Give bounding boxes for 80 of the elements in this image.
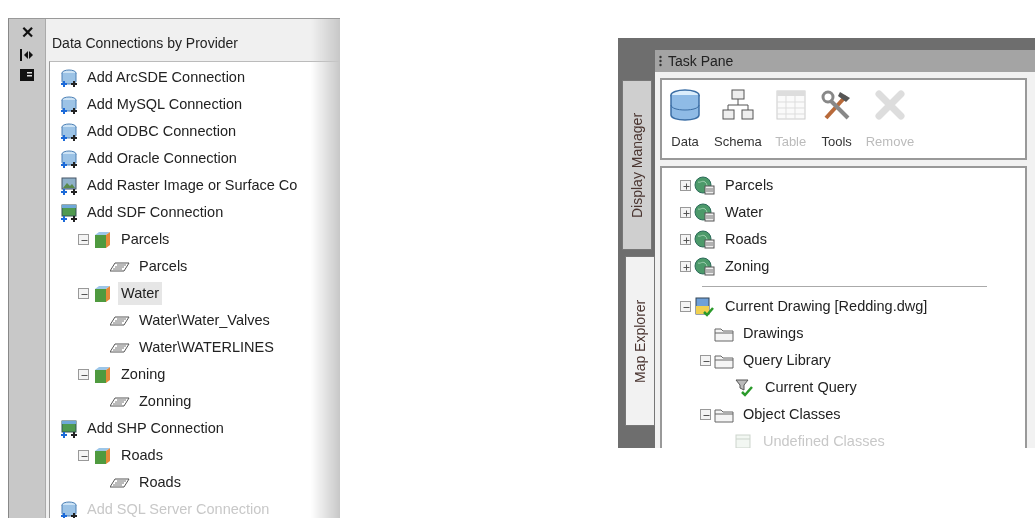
tree-item[interactable]: Object Classes xyxy=(740,402,844,427)
feature-class-icon xyxy=(110,476,130,489)
feature-class-icon xyxy=(110,260,130,273)
tree-item[interactable]: Zoning xyxy=(722,254,773,279)
globe-layer-icon xyxy=(694,229,716,250)
table-icon xyxy=(773,88,808,122)
toolbar-button[interactable]: Data xyxy=(666,84,704,154)
collapse-icon[interactable] xyxy=(700,409,711,420)
tree-item[interactable]: Add Raster Image or Surface Co xyxy=(84,173,301,198)
cube-icon xyxy=(92,229,112,250)
panel-icon[interactable] xyxy=(20,69,34,81)
database-plus-icon xyxy=(60,68,78,87)
folder-icon xyxy=(714,406,734,423)
side-tab[interactable]: Display Manager xyxy=(622,80,652,250)
database-plus-icon xyxy=(60,122,78,141)
classes-icon xyxy=(734,432,754,448)
database-plus-icon xyxy=(60,149,78,168)
toolbar-button: Remove xyxy=(863,84,917,154)
dock-icon[interactable] xyxy=(20,49,34,61)
image-plus-icon xyxy=(60,176,78,195)
feature-class-icon xyxy=(110,395,130,408)
collapse-icon[interactable] xyxy=(78,288,89,299)
tree-item[interactable]: Roads xyxy=(118,443,166,468)
database-plus-icon xyxy=(60,95,78,114)
tree-item[interactable]: Roads xyxy=(722,227,770,252)
pane-title: Task Pane xyxy=(668,51,734,71)
tree-item[interactable]: Add Oracle Connection xyxy=(84,146,240,171)
tree-item[interactable]: Water xyxy=(118,281,163,306)
tree-item[interactable]: Current Drawing [Redding.dwg] xyxy=(722,294,931,319)
remove-icon xyxy=(872,88,907,122)
tree-item[interactable]: Add ArcSDE Connection xyxy=(84,65,248,90)
data-icon xyxy=(668,88,702,122)
filter-check-icon xyxy=(734,377,756,398)
toolbar-button[interactable]: Tools xyxy=(817,84,856,154)
grip-icon[interactable] xyxy=(659,55,662,67)
folder-icon xyxy=(714,352,734,369)
globe-layer-icon xyxy=(694,202,716,223)
tree-item[interactable]: Parcels xyxy=(118,227,173,252)
tree-item[interactable]: Current Query xyxy=(762,375,860,400)
cube-icon xyxy=(92,364,112,385)
cube-icon xyxy=(92,283,112,304)
file-plus-icon xyxy=(60,203,78,222)
toolbar-button: Table xyxy=(771,84,810,154)
tree-item[interactable]: Parcels xyxy=(136,254,191,279)
cube-icon xyxy=(92,445,112,466)
file-plus-icon xyxy=(60,419,78,438)
tree-item[interactable]: Roads xyxy=(136,470,184,495)
tree-item[interactable]: Add SHP Connection xyxy=(84,416,227,441)
tree-item[interactable]: Zoning xyxy=(118,362,169,387)
expand-icon[interactable] xyxy=(680,207,691,218)
collapse-icon[interactable] xyxy=(78,450,89,461)
tree-item[interactable]: Water\Water_Valves xyxy=(136,308,273,333)
tree-item[interactable]: Drawings xyxy=(740,321,807,346)
expand-icon[interactable] xyxy=(680,261,691,272)
side-tab[interactable]: Map Explorer xyxy=(625,256,655,426)
collapse-icon[interactable] xyxy=(78,234,89,245)
feature-class-icon xyxy=(110,314,130,327)
expand-icon[interactable] xyxy=(680,234,691,245)
toolbar-button[interactable]: Schema xyxy=(712,84,764,154)
tree-item[interactable]: Query Library xyxy=(740,348,834,373)
drawing-check-icon xyxy=(694,296,716,317)
collapse-icon[interactable] xyxy=(680,301,691,312)
tree-item[interactable]: Add ODBC Connection xyxy=(84,119,240,144)
close-button[interactable]: ✕ xyxy=(20,25,34,41)
database-plus-icon xyxy=(60,500,78,518)
schema-icon xyxy=(720,88,755,122)
tree-item[interactable]: Water\WATERLINES xyxy=(136,335,277,360)
globe-layer-icon xyxy=(694,175,716,196)
tree-item[interactable]: Zonning xyxy=(136,389,195,414)
tree-item[interactable]: Parcels xyxy=(722,173,777,198)
expand-icon[interactable] xyxy=(680,180,691,191)
panel-title: Data Connections by Provider xyxy=(51,34,239,53)
collapse-icon[interactable] xyxy=(700,355,711,366)
tree-item[interactable]: Add SDF Connection xyxy=(84,200,227,225)
feature-class-icon xyxy=(110,341,130,354)
globe-layer-icon xyxy=(694,256,716,277)
folder-icon xyxy=(714,325,734,342)
tree-item[interactable]: Add MySQL Connection xyxy=(84,92,246,117)
collapse-icon[interactable] xyxy=(78,369,89,380)
tree-item[interactable]: Water xyxy=(722,200,767,225)
